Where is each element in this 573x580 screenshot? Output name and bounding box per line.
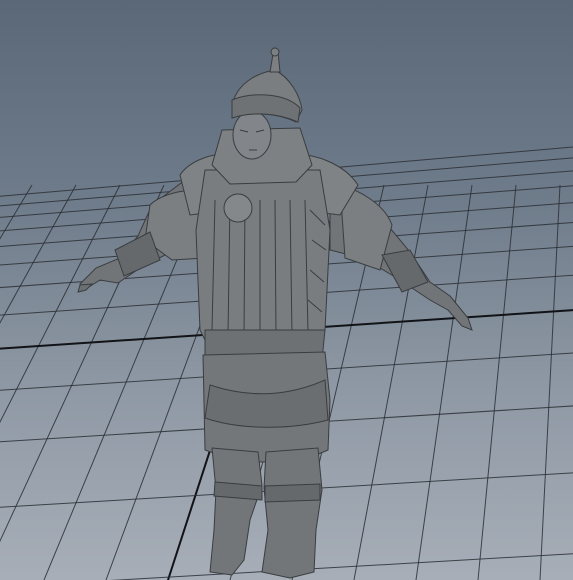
grid-line-depth — [0, 184, 121, 424]
boots — [209, 447, 323, 579]
viewport-canvas[interactable] — [0, 0, 573, 580]
head — [232, 110, 272, 160]
grid-line-depth — [0, 184, 77, 324]
left-arm — [329, 176, 473, 331]
grid-line-depth — [539, 184, 561, 580]
3d-viewport[interactable] — [0, 0, 573, 580]
armor-vest — [195, 169, 331, 363]
grid-line-depth — [415, 184, 473, 580]
helmet — [231, 46, 303, 123]
character-model[interactable] — [77, 46, 473, 579]
grid-line-depth — [477, 184, 517, 580]
